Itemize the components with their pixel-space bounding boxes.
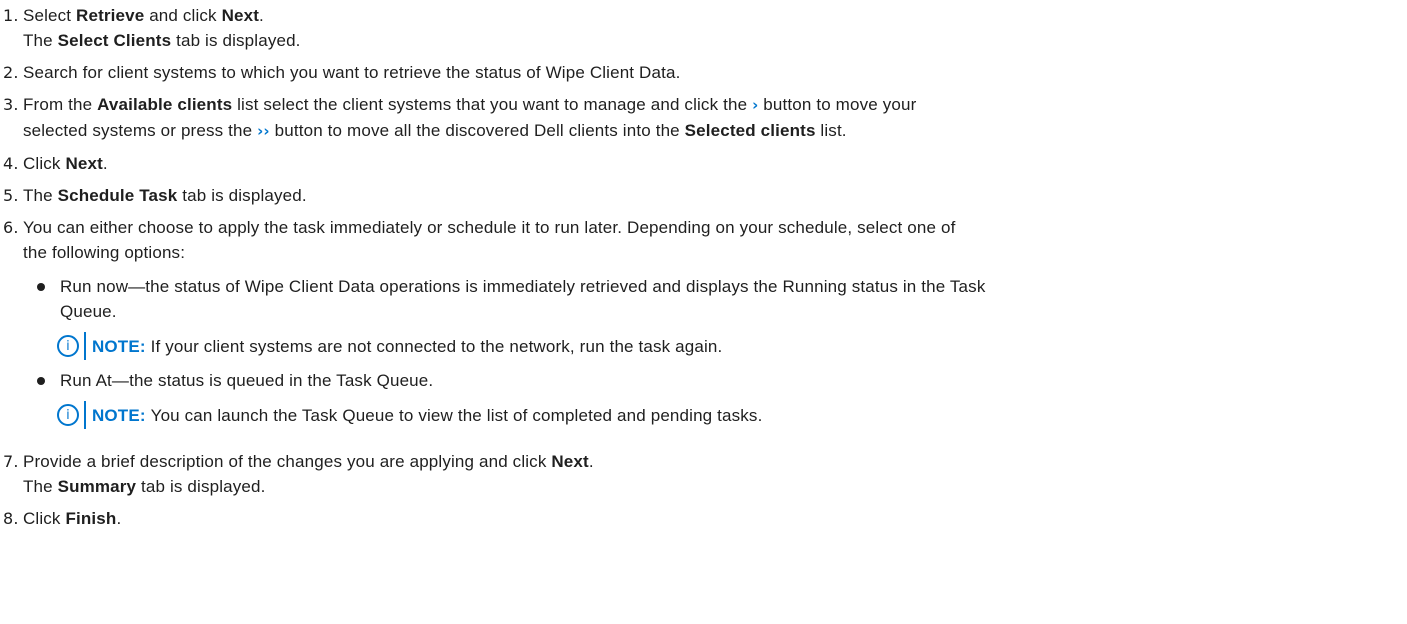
step-line: Provide a brief description of the chang… xyxy=(23,449,1407,474)
bullet-icon xyxy=(37,377,45,385)
step-text: Click xyxy=(23,154,66,173)
ui-term-retrieve: Retrieve xyxy=(76,6,145,25)
step-text: tab is displayed. xyxy=(171,31,301,50)
step-text: . xyxy=(102,154,108,173)
step-1: 1. Select Retrieve and click Next. The S… xyxy=(0,3,1407,53)
note-text: You can launch the Task Queue to view th… xyxy=(150,405,763,425)
step-text: button to move all the discovered Dell c… xyxy=(269,121,685,140)
step-number: 2. xyxy=(3,63,19,82)
step-number: 6. xyxy=(3,218,19,237)
step-text: list select the client systems that you … xyxy=(232,95,753,114)
step-4: 4. Click Next. xyxy=(0,151,1407,176)
step-text: list. xyxy=(815,121,847,140)
step-line: Click Next. xyxy=(23,151,1407,176)
info-icon: i xyxy=(57,335,79,357)
step-5: 5. The Schedule Task tab is displayed. xyxy=(0,183,1407,208)
ui-term-next: Next xyxy=(221,6,260,25)
ui-term-select-clients: Select Clients xyxy=(57,31,172,50)
double-chevron-right-icon: ›› xyxy=(257,122,270,140)
ui-term-available-clients: Available clients xyxy=(97,95,233,114)
step-text: button to move your xyxy=(758,95,917,114)
step-line: From the Available clients list select t… xyxy=(23,92,1407,118)
step-6: 6. You can either choose to apply the ta… xyxy=(0,215,1407,429)
step-text: Click xyxy=(23,509,66,528)
step-text: The xyxy=(23,477,58,496)
step-text: From the xyxy=(23,95,98,114)
option-text: Run At—the status is queued in the Task … xyxy=(60,371,434,390)
ui-term-finish: Finish xyxy=(65,509,117,528)
ui-term-selected-clients: Selected clients xyxy=(684,121,816,140)
note-label: NOTE: xyxy=(92,336,146,356)
step-line: The Schedule Task tab is displayed. xyxy=(23,183,1407,208)
option-run-now: Run now—the status of Wipe Client Data o… xyxy=(23,274,1407,360)
step-text: tab is displayed. xyxy=(177,186,307,205)
note-text: If your client systems are not connected… xyxy=(150,336,723,356)
step-number: 5. xyxy=(3,186,19,205)
option-run-at: Run At—the status is queued in the Task … xyxy=(23,368,1407,429)
note-divider xyxy=(84,332,86,360)
step-text: Select xyxy=(23,6,77,25)
ui-term-next: Next xyxy=(65,154,103,173)
step-line: The Select Clients tab is displayed. xyxy=(23,28,1407,53)
option-text: Queue. xyxy=(60,302,117,321)
step-text: The xyxy=(23,31,58,50)
step-line: selected systems or press the ›› button … xyxy=(23,118,1407,144)
note-callout: i NOTE: You can launch the Task Queue to… xyxy=(57,401,1407,429)
step-number: 8. xyxy=(3,509,19,528)
step-text: . xyxy=(588,452,594,471)
step-number: 1. xyxy=(3,6,19,25)
step-number: 4. xyxy=(3,154,19,173)
step-8: 8. Click Finish. xyxy=(0,506,1407,531)
step-number: 7. xyxy=(3,452,19,471)
ui-term-schedule-task: Schedule Task xyxy=(57,186,178,205)
bullet-icon xyxy=(37,283,45,291)
step-number: 3. xyxy=(3,95,19,114)
step-text: tab is displayed. xyxy=(136,477,266,496)
step-line: Select Retrieve and click Next. xyxy=(23,3,1407,28)
ui-term-next: Next xyxy=(551,452,589,471)
info-icon: i xyxy=(57,404,79,426)
step-line: Click Finish. xyxy=(23,506,1407,531)
step-3: 3. From the Available clients list selec… xyxy=(0,92,1407,144)
step-text: the following options: xyxy=(23,243,186,262)
step-text: selected systems or press the xyxy=(23,121,258,140)
step-2: 2. Search for client systems to which yo… xyxy=(0,60,1407,85)
step-7: 7. Provide a brief description of the ch… xyxy=(0,449,1407,499)
procedure-steps: 1. Select Retrieve and click Next. The S… xyxy=(0,0,1407,531)
option-text: Run now—the status of Wipe Client Data o… xyxy=(60,277,986,296)
ui-term-summary: Summary xyxy=(57,477,137,496)
step-text: You can either choose to apply the task … xyxy=(23,218,956,237)
step-text: Provide a brief description of the chang… xyxy=(23,452,552,471)
step-text: and click xyxy=(144,6,222,25)
step-text: Search for client systems to which you w… xyxy=(23,63,681,82)
option-list: Run now—the status of Wipe Client Data o… xyxy=(23,274,1407,429)
step-text: . xyxy=(116,509,122,528)
step-text: . xyxy=(259,6,264,25)
step-text: The xyxy=(23,186,58,205)
note-divider xyxy=(84,401,86,429)
step-line: The Summary tab is displayed. xyxy=(23,474,1407,499)
note-label: NOTE: xyxy=(92,405,146,425)
note-callout: i NOTE: If your client systems are not c… xyxy=(57,332,1407,360)
